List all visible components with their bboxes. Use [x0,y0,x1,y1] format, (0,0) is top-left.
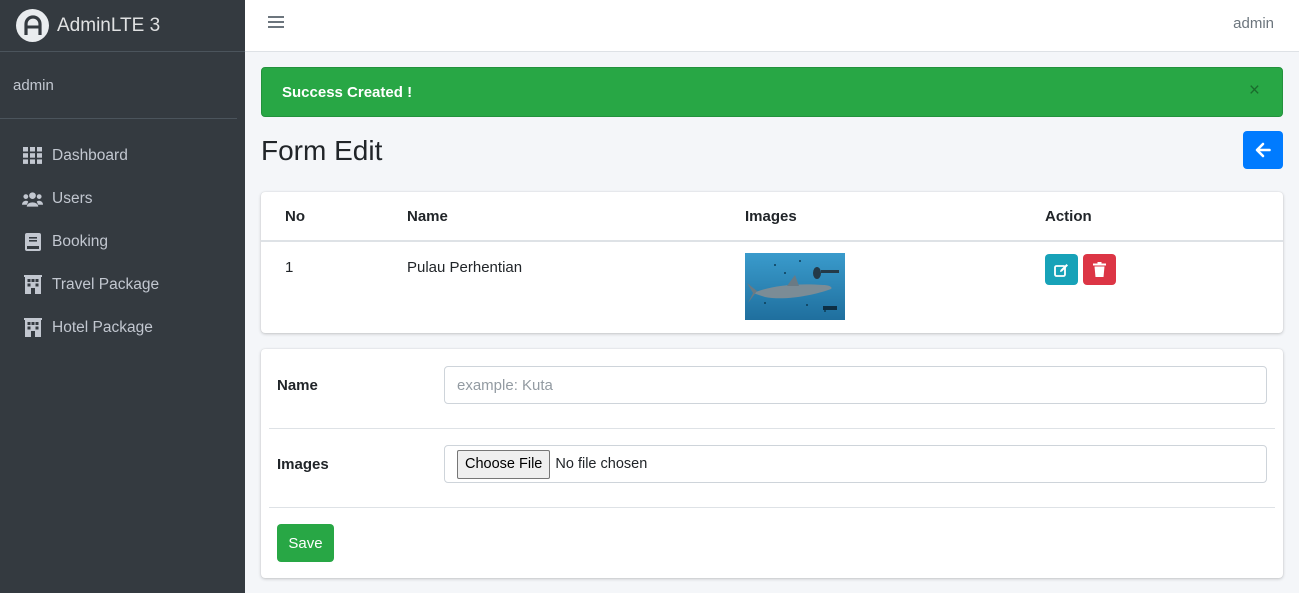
delete-button[interactable] [1083,254,1117,285]
sidebar-nav: Dashboard Users Booking Travel Package H… [0,119,245,349]
sidebar-item-hotel-package[interactable]: Hotel Package [0,306,245,349]
main-content: Success Created ! × Form Edit No Name Im… [261,67,1283,578]
table-header-row: No Name Images Action [261,192,1283,242]
top-navbar: admin [245,0,1299,52]
edit-form-card: Name Images Choose File No file chosen S… [261,349,1283,578]
cell-no: 1 [285,259,294,276]
grid-icon [22,145,43,166]
choose-file-button[interactable]: Choose File [457,449,551,479]
back-button[interactable] [1243,131,1283,169]
name-input[interactable] [444,366,1267,404]
images-file-input[interactable]: Choose File No file chosen [444,445,1267,483]
images-label: Images [277,456,329,473]
sidebar-item-booking[interactable]: Booking [0,220,245,263]
close-icon[interactable]: × [1249,81,1260,100]
name-label: Name [277,377,318,394]
sidebar-item-dashboard[interactable]: Dashboard [0,134,245,177]
sidebar-item-label: Booking [52,232,109,250]
building-icon [22,274,43,295]
brand-link[interactable]: AdminLTE 3 [0,0,245,52]
brand-title: AdminLTE 3 [57,14,161,36]
sidebar-user-name[interactable]: admin [13,77,54,94]
sidebar-item-label: Travel Package [52,275,160,293]
navbar-user[interactable]: admin [1233,15,1274,32]
users-icon [22,188,43,209]
items-table: No Name Images Action 1 Pulau Perhentian [261,192,1283,331]
sidebar-item-label: Hotel Package [52,318,153,336]
column-header-name: Name [383,192,721,242]
page-header: Form Edit [261,117,1283,192]
page-title: Form Edit [261,135,383,166]
save-button[interactable]: Save [277,524,334,562]
items-table-card: No Name Images Action 1 Pulau Perhentian [261,192,1283,333]
alert-message: Success Created ! [282,83,413,101]
user-panel[interactable]: admin [0,52,237,119]
form-divider [269,507,1275,508]
form-divider [269,428,1275,429]
sidebar-item-users[interactable]: Users [0,177,245,220]
edit-icon [1054,263,1068,277]
edit-button[interactable] [1045,254,1078,285]
column-header-action: Action [1021,192,1283,242]
cell-image [721,241,1021,331]
file-status-text: No file chosen [555,456,648,472]
hamburger-icon[interactable] [268,16,284,30]
cell-name: Pulau Perhentian [407,259,523,276]
adminlte-logo-icon [16,9,49,42]
arrow-left-icon [1255,142,1271,158]
book-icon [22,231,43,252]
column-header-no: No [261,192,383,242]
sidebar-item-travel-package[interactable]: Travel Package [0,263,245,306]
sidebar: AdminLTE 3 admin Dashboard Users Booking… [0,0,245,593]
building-icon [22,317,43,338]
column-header-images: Images [721,192,1021,242]
sidebar-item-label: Users [52,189,93,207]
sidebar-item-label: Dashboard [52,146,128,164]
cell-actions [1021,241,1283,331]
table-row: 1 Pulau Perhentian [261,241,1283,331]
shark-underwater-thumbnail [745,253,845,320]
success-alert: Success Created ! × [261,67,1283,117]
trash-icon [1093,262,1107,277]
